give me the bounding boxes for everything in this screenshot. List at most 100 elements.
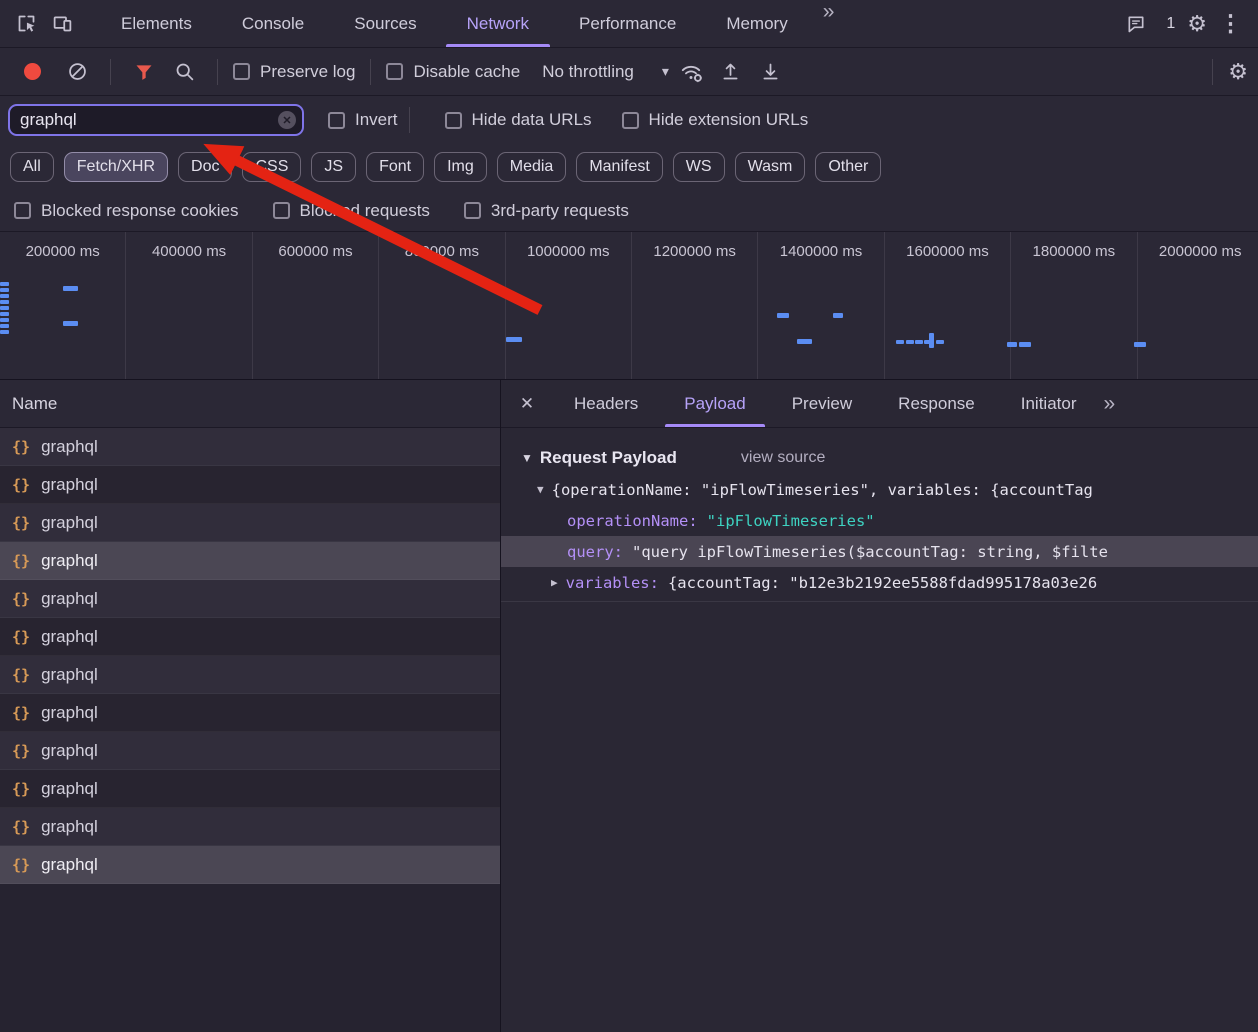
timeline-column: 1000000 ms	[506, 232, 632, 379]
timeline-column: 1800000 ms	[1011, 232, 1137, 379]
name-column-header[interactable]: Name	[0, 380, 500, 428]
waterfall-bar	[896, 340, 904, 344]
json-braces-icon: {}	[12, 818, 30, 836]
search-icon[interactable]	[166, 54, 202, 90]
tab-performance[interactable]: Performance	[554, 0, 701, 47]
waterfall-bar	[0, 294, 9, 298]
payload-operation-row[interactable]: operationName: "ipFlowTimeseries"	[501, 505, 1258, 536]
payload-header: ▼ Request Payload view source	[501, 442, 1258, 474]
request-details-panel: ✕ Headers Payload Preview Response Initi…	[501, 380, 1258, 1032]
disable-cache-checkbox[interactable]: Disable cache	[386, 62, 520, 82]
tab-elements[interactable]: Elements	[96, 0, 217, 47]
view-source-link[interactable]: view source	[741, 449, 825, 467]
filter-icon[interactable]	[126, 54, 162, 90]
expand-triangle-icon[interactable]: ▼	[537, 483, 544, 496]
chip-css[interactable]: CSS	[242, 152, 301, 182]
settings-icon[interactable]: ⚙	[1187, 13, 1207, 35]
network-conditions-icon[interactable]	[673, 54, 709, 90]
invert-checkbox[interactable]: Invert	[328, 110, 398, 130]
network-settings-icon[interactable]: ⚙	[1228, 61, 1248, 83]
filter-input-wrap: ✕	[8, 104, 304, 136]
chip-manifest[interactable]: Manifest	[576, 152, 662, 182]
json-braces-icon: {}	[12, 438, 30, 456]
tab-preview[interactable]: Preview	[769, 380, 875, 427]
chip-wasm[interactable]: Wasm	[735, 152, 806, 182]
record-button[interactable]	[24, 63, 41, 80]
chip-ws[interactable]: WS	[673, 152, 725, 182]
hide-data-urls-checkbox[interactable]: Hide data URLs	[445, 110, 592, 130]
checkbox-box	[445, 112, 462, 129]
blocked-response-cookies-checkbox[interactable]: Blocked response cookies	[14, 201, 239, 221]
export-har-icon[interactable]	[753, 54, 789, 90]
chip-other[interactable]: Other	[815, 152, 881, 182]
filter-input[interactable]	[8, 104, 304, 136]
chip-all[interactable]: All	[10, 152, 54, 182]
timeline-label: 1400000 ms	[780, 243, 863, 379]
request-name: graphql	[41, 703, 98, 723]
payload-pane: ▼ Request Payload view source ▼ {operati…	[501, 428, 1258, 602]
waterfall-bar	[936, 340, 944, 344]
hide-extension-urls-checkbox[interactable]: Hide extension URLs	[622, 110, 809, 130]
chip-font[interactable]: Font	[366, 152, 424, 182]
issues-count: 1	[1166, 15, 1175, 33]
payload-query-row[interactable]: query: "query ipFlowTimeseries($accountT…	[501, 536, 1258, 567]
inspect-icon[interactable]	[8, 6, 44, 42]
chip-js[interactable]: JS	[311, 152, 356, 182]
request-row[interactable]: {}graphql	[0, 846, 500, 884]
checkbox-box	[386, 63, 403, 80]
clear-filter-icon[interactable]: ✕	[278, 111, 296, 129]
divider	[217, 59, 218, 85]
timeline-column: 400000 ms	[126, 232, 252, 379]
request-row[interactable]: {}graphql	[0, 580, 500, 618]
tab-console[interactable]: Console	[217, 0, 329, 47]
request-row[interactable]: {}graphql	[0, 466, 500, 504]
request-row[interactable]: {}graphql	[0, 770, 500, 808]
tab-payload[interactable]: Payload	[661, 380, 768, 427]
more-tabs-icon[interactable]: »	[1103, 392, 1115, 416]
request-row[interactable]: {}graphql	[0, 694, 500, 732]
device-toolbar-icon[interactable]	[44, 6, 80, 42]
chip-fetch-xhr[interactable]: Fetch/XHR	[64, 152, 168, 182]
request-row[interactable]: {}graphql	[0, 732, 500, 770]
request-row[interactable]: {}graphql	[0, 504, 500, 542]
tab-initiator[interactable]: Initiator	[998, 380, 1100, 427]
waterfall-overview[interactable]: 200000 ms 400000 ms 600000 ms 800000 ms …	[0, 232, 1258, 380]
third-party-requests-checkbox[interactable]: 3rd-party requests	[464, 201, 629, 221]
preserve-log-checkbox[interactable]: Preserve log	[233, 62, 355, 82]
devtools-tabbar: Elements Console Sources Network Perform…	[0, 0, 1258, 48]
request-row[interactable]: {}graphql	[0, 808, 500, 846]
import-har-icon[interactable]	[713, 54, 749, 90]
clear-network-log-icon[interactable]	[59, 54, 95, 90]
expand-triangle-icon[interactable]: ▶	[551, 576, 558, 589]
tab-sources[interactable]: Sources	[329, 0, 441, 47]
tab-response[interactable]: Response	[875, 380, 998, 427]
timeline-grid: 200000 ms 400000 ms 600000 ms 800000 ms …	[0, 232, 1258, 379]
request-name: graphql	[41, 665, 98, 685]
more-menu-icon[interactable]: ⋮	[1219, 12, 1242, 35]
collapse-triangle-icon[interactable]: ▼	[521, 451, 533, 465]
checkbox-box	[464, 202, 481, 219]
request-row[interactable]: {}graphql	[0, 656, 500, 694]
payload-variables-row[interactable]: ▶ variables: {accountTag: "b12e3b2192ee5…	[501, 567, 1258, 598]
network-main: Name {}graphql {}graphql {}graphql {}gra…	[0, 380, 1258, 1032]
request-row[interactable]: {}graphql	[0, 428, 500, 466]
json-braces-icon: {}	[12, 628, 30, 646]
payload-root-row[interactable]: ▼ {operationName: "ipFlowTimeseries", va…	[501, 474, 1258, 505]
chip-media[interactable]: Media	[497, 152, 567, 182]
json-braces-icon: {}	[12, 476, 30, 494]
request-row[interactable]: {}graphql	[0, 542, 500, 580]
chip-doc[interactable]: Doc	[178, 152, 232, 182]
blocked-requests-checkbox[interactable]: Blocked requests	[273, 201, 430, 221]
more-tabs-icon[interactable]: »	[813, 0, 845, 47]
timeline-column: 200000 ms	[0, 232, 126, 379]
throttling-dropdown[interactable]: No throttling ▾	[542, 62, 669, 82]
tab-memory[interactable]: Memory	[701, 0, 812, 47]
request-row[interactable]: {}graphql	[0, 618, 500, 656]
checkbox-label: Blocked response cookies	[41, 201, 239, 221]
tab-headers[interactable]: Headers	[551, 380, 661, 427]
chip-img[interactable]: Img	[434, 152, 487, 182]
tab-network[interactable]: Network	[442, 0, 554, 47]
close-icon[interactable]: ✕	[503, 394, 551, 414]
waterfall-bar	[906, 340, 914, 344]
issues-icon[interactable]	[1118, 6, 1154, 42]
